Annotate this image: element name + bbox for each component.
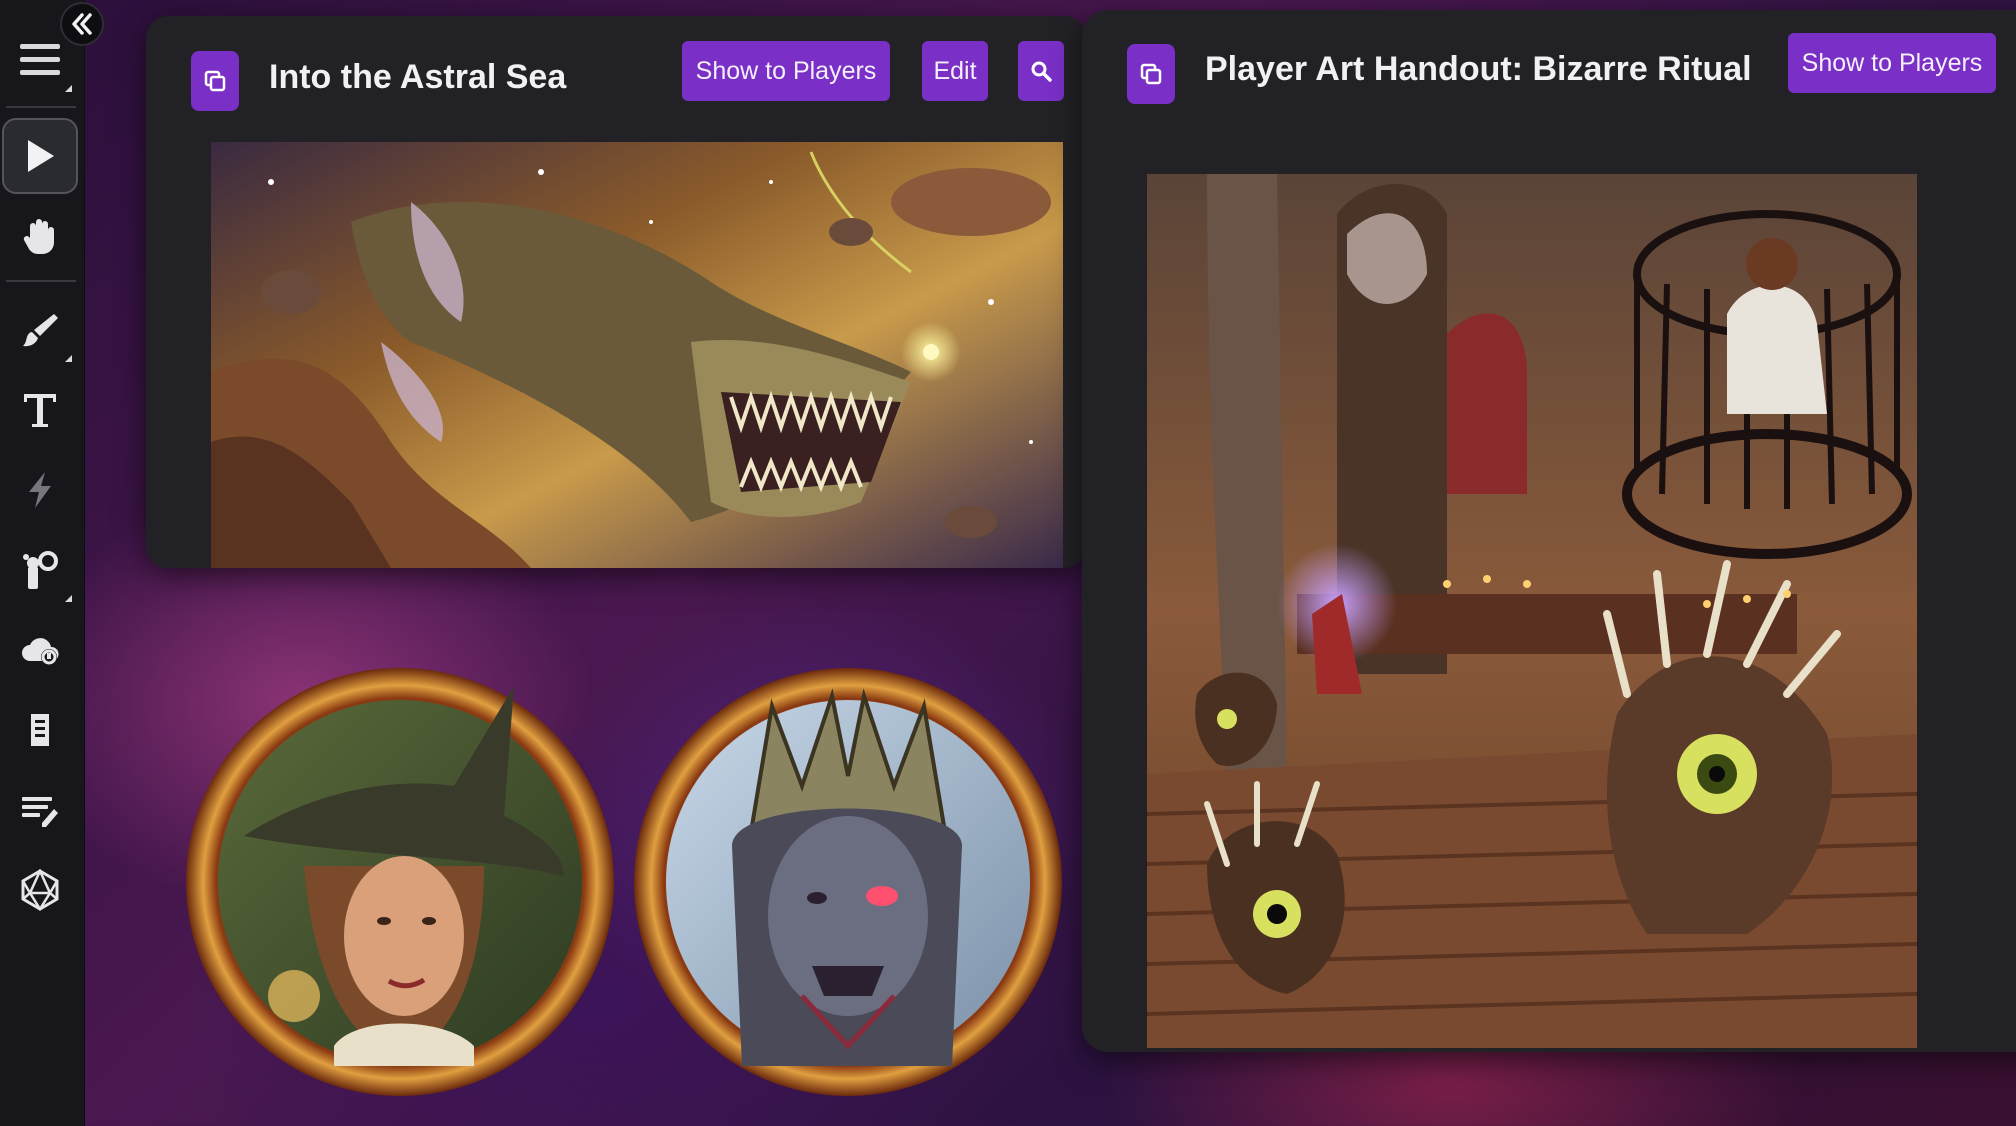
draw-tool[interactable] xyxy=(2,292,78,368)
popout-icon xyxy=(204,70,226,92)
brush-icon xyxy=(23,314,58,347)
popout-icon xyxy=(1140,63,1162,85)
lightning-icon xyxy=(29,472,51,508)
handout-panel-ritual: Player Art Handout: Bizarre Ritual Show … xyxy=(1082,10,2016,1052)
cloud-weather-icon xyxy=(22,638,59,665)
witch-token[interactable] xyxy=(184,666,616,1098)
witch-portrait xyxy=(186,668,614,1096)
edit-button[interactable]: Edit xyxy=(922,41,988,101)
handout-image-ritual xyxy=(1147,174,1917,1048)
pan-tool[interactable] xyxy=(2,198,78,274)
effects-tool[interactable] xyxy=(2,452,78,528)
weather-tool[interactable] xyxy=(2,612,78,688)
d20-icon xyxy=(21,869,59,911)
menu-icon xyxy=(20,44,60,75)
show-to-players-button[interactable]: Show to Players xyxy=(1788,33,1996,93)
show-to-players-button[interactable]: Show to Players xyxy=(682,41,890,101)
left-toolbar xyxy=(0,0,85,1126)
search-button[interactable] xyxy=(1018,41,1064,101)
notes-tool[interactable] xyxy=(2,772,78,848)
panel-title: Player Art Handout: Bizarre Ritual xyxy=(1205,50,1752,88)
handout-panel-astral: Into the Astral Sea Show to Players Edit xyxy=(146,16,1086,568)
bizarre-ritual-artwork xyxy=(1147,174,1917,1048)
panel-title: Into the Astral Sea xyxy=(269,58,567,96)
dice-tool[interactable] xyxy=(2,852,78,928)
search-icon xyxy=(1031,61,1052,82)
double-chevron-left-icon xyxy=(72,13,92,35)
collapse-sidebar-button[interactable] xyxy=(60,2,104,46)
book-icon xyxy=(31,714,49,746)
fog-tool-icon xyxy=(23,551,58,589)
lich-portrait xyxy=(634,668,1062,1096)
popout-button[interactable] xyxy=(1127,44,1175,104)
popout-button[interactable] xyxy=(191,51,239,111)
handout-image-astral xyxy=(211,142,1063,568)
text-tool[interactable] xyxy=(2,372,78,448)
pointer-tool[interactable] xyxy=(2,118,78,194)
lich-token[interactable] xyxy=(632,666,1064,1098)
pointer-icon xyxy=(28,140,54,172)
hand-icon xyxy=(23,219,54,254)
fog-tool[interactable] xyxy=(2,532,78,608)
notes-icon xyxy=(22,797,58,827)
text-icon xyxy=(24,394,56,427)
astral-sea-artwork xyxy=(211,142,1063,568)
journal-tool[interactable] xyxy=(2,692,78,768)
